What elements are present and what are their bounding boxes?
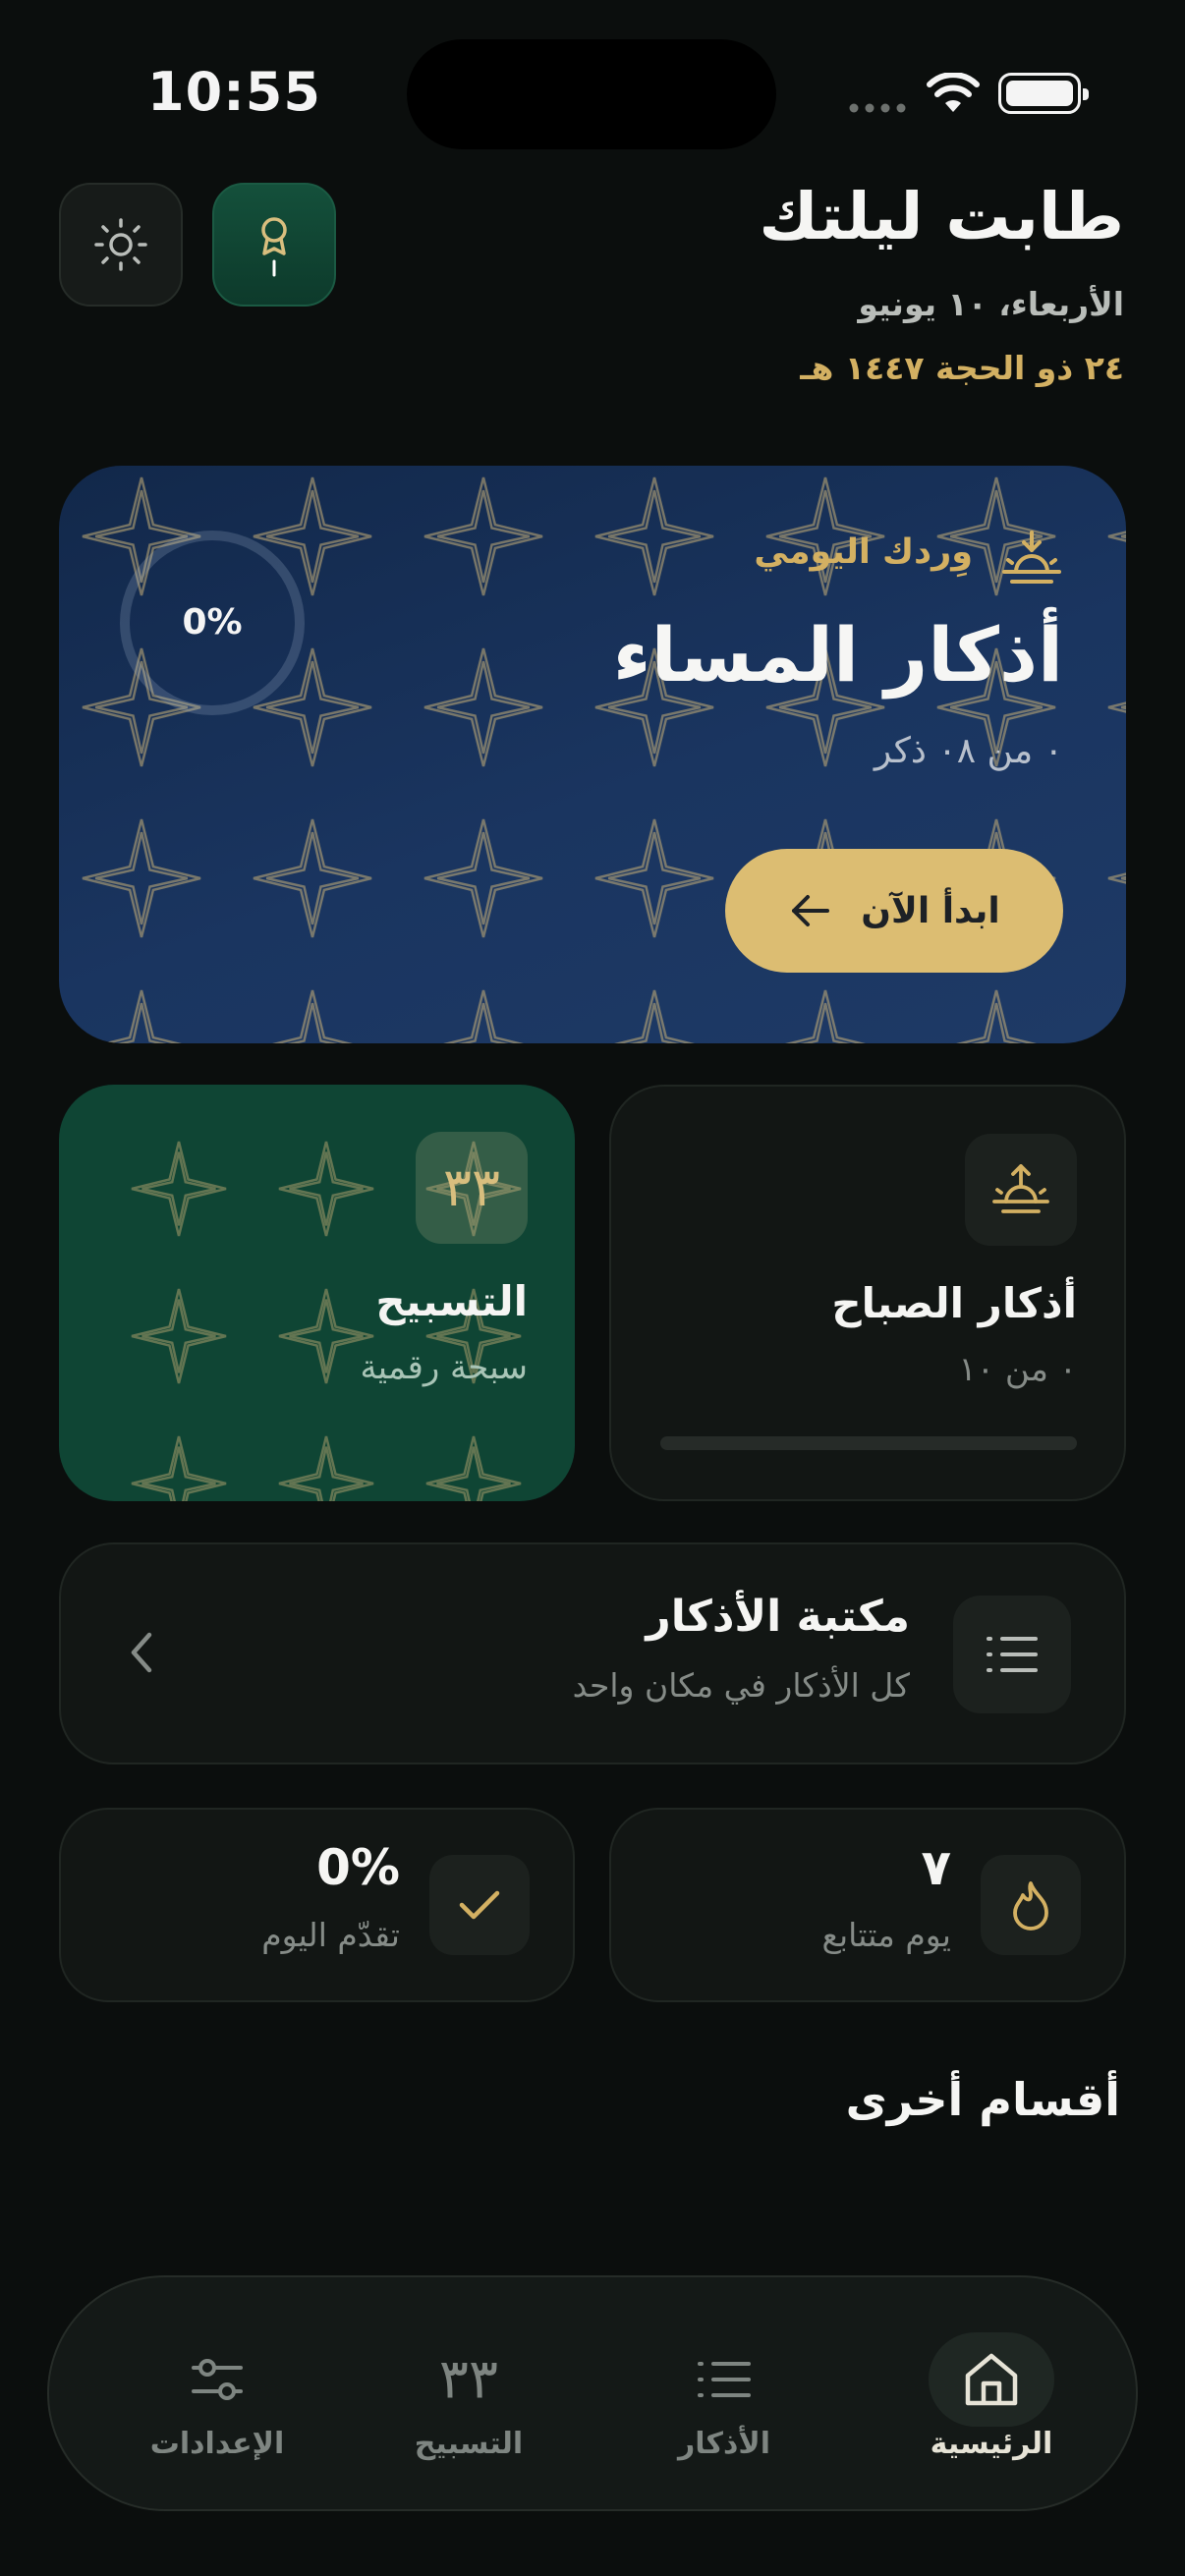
morning-adhkar-card[interactable]: أذكار الصباح ٠ من ١٠: [609, 1085, 1126, 1501]
pattern-star: [614, 989, 695, 1043]
list-icon: [698, 2362, 751, 2397]
pattern-star: [436, 1446, 511, 1501]
pattern-star: [436, 489, 531, 584]
morning-adhkar-count: ٠ من ١٠: [958, 1350, 1077, 1389]
start-now-button[interactable]: ابدأ الآن: [725, 849, 1063, 973]
tab-adhkar-label: الأذكار: [678, 2427, 770, 2461]
pattern-star: [1108, 990, 1126, 1043]
flame-icon-box: [981, 1855, 1081, 1955]
sliders-icon: [192, 2359, 243, 2400]
signal-icon: [849, 103, 906, 113]
check-icon-box: [429, 1855, 530, 1955]
pattern-star: [287, 1002, 338, 1043]
flame-icon: [1013, 1881, 1048, 1931]
streak-label: يوم متتابع: [821, 1916, 951, 1954]
start-now-label: ابدأ الآن: [861, 890, 1000, 931]
award-icon: [261, 217, 287, 277]
today-progress-value: 0%: [316, 1839, 400, 1896]
battery-icon: [998, 73, 1089, 114]
morning-progress-bar: [660, 1436, 1077, 1450]
pattern-star: [141, 1446, 216, 1501]
tasbih-card[interactable]: ٣٣ التسبيح سبحة رقمية: [59, 1085, 575, 1501]
tasbih-counter-icon: ٣٣: [438, 2347, 499, 2412]
tasbih-count-badge: ٣٣: [416, 1132, 528, 1244]
pattern-star: [443, 989, 524, 1043]
status-time: 10:55: [147, 61, 321, 123]
evening-adhkar-count: ٠ من ٠٨ ذكر: [874, 731, 1063, 771]
pattern-star: [94, 831, 189, 925]
pattern-star: [141, 1299, 216, 1373]
pattern-star: [800, 1002, 851, 1043]
bottom-tab-bar: الرئيسية الأذكار ٣٣ التسبيح الإعدادات: [47, 2275, 1138, 2511]
tab-tasbih-label: التسبيح: [414, 2427, 524, 2461]
pattern-star: [607, 831, 702, 925]
tab-home-label: الرئيسية: [930, 2427, 1053, 2461]
pattern-star: [1120, 704, 1126, 710]
pattern-star: [956, 989, 1037, 1043]
tab-tasbih[interactable]: ٣٣ التسبيح: [356, 2277, 582, 2513]
pattern-star: [265, 831, 360, 925]
check-icon: [459, 1890, 500, 1920]
streak-value: ٧: [921, 1839, 951, 1896]
pattern-star: [971, 1002, 1022, 1043]
tab-adhkar-icon-wrap: [661, 2332, 787, 2427]
other-sections-heading: أقسام أخرى: [845, 2073, 1120, 2126]
tab-settings-label: الإعدادات: [149, 2427, 285, 2461]
morning-adhkar-title: أذكار الصباح: [831, 1279, 1077, 1327]
pattern-star: [289, 1151, 364, 1226]
sunrise-icon-box: [965, 1134, 1077, 1246]
pattern-star: [436, 660, 531, 755]
achievements-button[interactable]: [212, 183, 336, 307]
daily-wird-card[interactable]: 0% وِردك اليومي أذكار المساء ٠ من ٠٨ ذكر…: [59, 466, 1126, 1043]
pattern-star: [101, 989, 182, 1043]
pattern-star: [629, 1002, 680, 1043]
pattern-star: [1121, 1003, 1126, 1043]
pattern-star: [289, 1299, 364, 1373]
pattern-star: [1120, 533, 1126, 539]
pattern-star: [785, 989, 866, 1043]
library-subtitle: كل الأذكار في مكان واحد: [572, 1666, 910, 1705]
tasbih-title: التسبيح: [375, 1277, 528, 1325]
pattern-star: [272, 989, 353, 1043]
tab-home-icon-bg: [929, 2332, 1054, 2427]
pattern-star: [141, 1151, 216, 1226]
home-icon: [965, 2353, 1018, 2406]
sunrise-icon: [992, 1164, 1049, 1213]
pattern-star: [425, 1435, 522, 1501]
pattern-star: [458, 1002, 509, 1043]
chevron-left-icon: [131, 1632, 152, 1673]
list-icon: [987, 1637, 1038, 1672]
gregorian-date: الأربعاء، ١٠ يونيو: [858, 285, 1124, 323]
tasbih-subtitle: سبحة رقمية: [360, 1348, 528, 1387]
today-progress-label: تقدّم اليوم: [261, 1916, 400, 1954]
pattern-star: [116, 1002, 167, 1043]
evening-adhkar-title: أذكار المساء: [612, 611, 1063, 699]
dynamic-island: [407, 39, 776, 149]
tab-settings-icon-wrap: [154, 2332, 280, 2427]
today-progress-stat-card: 0% تقدّم اليوم: [59, 1808, 575, 2002]
progress-percent: 0%: [182, 602, 243, 643]
pattern-star: [1120, 875, 1126, 881]
daily-wird-label: وِردك اليومي: [754, 532, 973, 572]
pattern-star: [278, 1435, 374, 1501]
tab-adhkar[interactable]: الأذكار: [611, 2277, 837, 2513]
library-title: مكتبة الأذكار: [646, 1592, 910, 1642]
adhkar-library-card[interactable]: مكتبة الأذكار كل الأذكار في مكان واحد: [59, 1542, 1126, 1764]
streak-stat-card: ٧ يوم متتابع: [609, 1808, 1126, 2002]
hijri-date: ٢٤ ذو الحجة ١٤٤٧ هـ: [800, 349, 1124, 387]
tab-settings[interactable]: الإعدادات: [104, 2277, 330, 2513]
greeting-title: طابت ليلتك: [759, 179, 1124, 254]
tab-tasbih-icon-wrap: ٣٣: [406, 2332, 532, 2427]
sun-icon: [94, 218, 147, 271]
list-icon-box: [953, 1596, 1071, 1713]
pattern-star: [289, 1446, 364, 1501]
tab-home[interactable]: الرئيسية: [878, 2277, 1104, 2513]
sunset-icon: [1002, 531, 1061, 584]
theme-toggle-button[interactable]: [59, 183, 183, 307]
arrow-left-icon: [792, 895, 830, 926]
pattern-star: [436, 831, 531, 925]
wifi-icon: [927, 73, 980, 112]
pattern-star: [131, 1435, 227, 1501]
pattern-star: [607, 489, 702, 584]
